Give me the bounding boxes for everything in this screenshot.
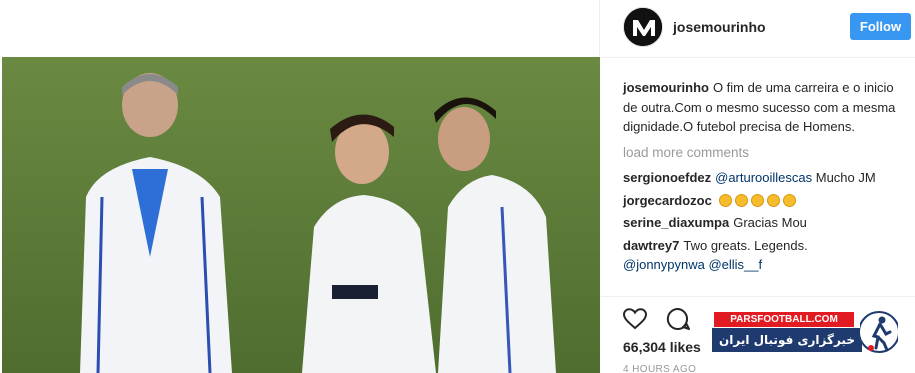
comment-username[interactable]: serine_diaxumpa (623, 215, 729, 230)
comment-username[interactable]: dawtrey7 (623, 238, 679, 253)
comment-text: Two greats. Legends. (683, 237, 808, 253)
comment-username[interactable]: sergionoefdez (623, 170, 711, 185)
comment-item: serine_diaxumpa Gracias Mou (623, 213, 903, 233)
comment-mentions[interactable]: @jonnypynwa @ellis__f (623, 255, 903, 275)
comments-section: josemourinho O fim de uma carreira e o in… (623, 78, 903, 278)
post-header: josemourinho Follow (601, 0, 915, 58)
clap-emoji-icon (719, 193, 799, 208)
follow-button[interactable]: Follow (850, 13, 911, 40)
watermark: PARSFOOTBALL.COM خبرگزاری فوتبال ایران (712, 308, 898, 354)
avatar-logo-icon (624, 8, 662, 46)
load-more-comments[interactable]: load more comments (623, 143, 903, 163)
comment-mention[interactable]: @arturooillescas (715, 170, 812, 185)
comment-item: sergionoefdez @arturooillescas Mucho JM (623, 168, 903, 188)
likes-count[interactable]: 66,304 likes (623, 339, 701, 355)
comment-username[interactable]: jorgecardozoc (623, 193, 712, 208)
post-time[interactable]: 4 HOURS AGO (623, 364, 696, 373)
caption: josemourinho O fim de uma carreira e o in… (623, 78, 903, 137)
comment-text: Gracias Mou (733, 215, 807, 230)
comment-text: Mucho JM (812, 170, 876, 185)
heart-icon[interactable] (622, 306, 648, 332)
avatar[interactable] (623, 7, 663, 47)
actions-divider (601, 296, 915, 297)
header-username[interactable]: josemourinho (673, 19, 766, 35)
comment-icon[interactable] (665, 306, 691, 332)
comment-item: jorgecardozoc (623, 191, 903, 211)
watermark-tagline: خبرگزاری فوتبال ایران (712, 328, 862, 352)
caption-username[interactable]: josemourinho (623, 80, 709, 95)
post-photo[interactable] (2, 57, 600, 373)
watermark-site: PARSFOOTBALL.COM (714, 312, 854, 327)
footballer-logo-icon (860, 311, 898, 353)
photo-area (0, 0, 600, 373)
comment-item: dawtrey7 Two greats. Legends. (623, 236, 903, 256)
